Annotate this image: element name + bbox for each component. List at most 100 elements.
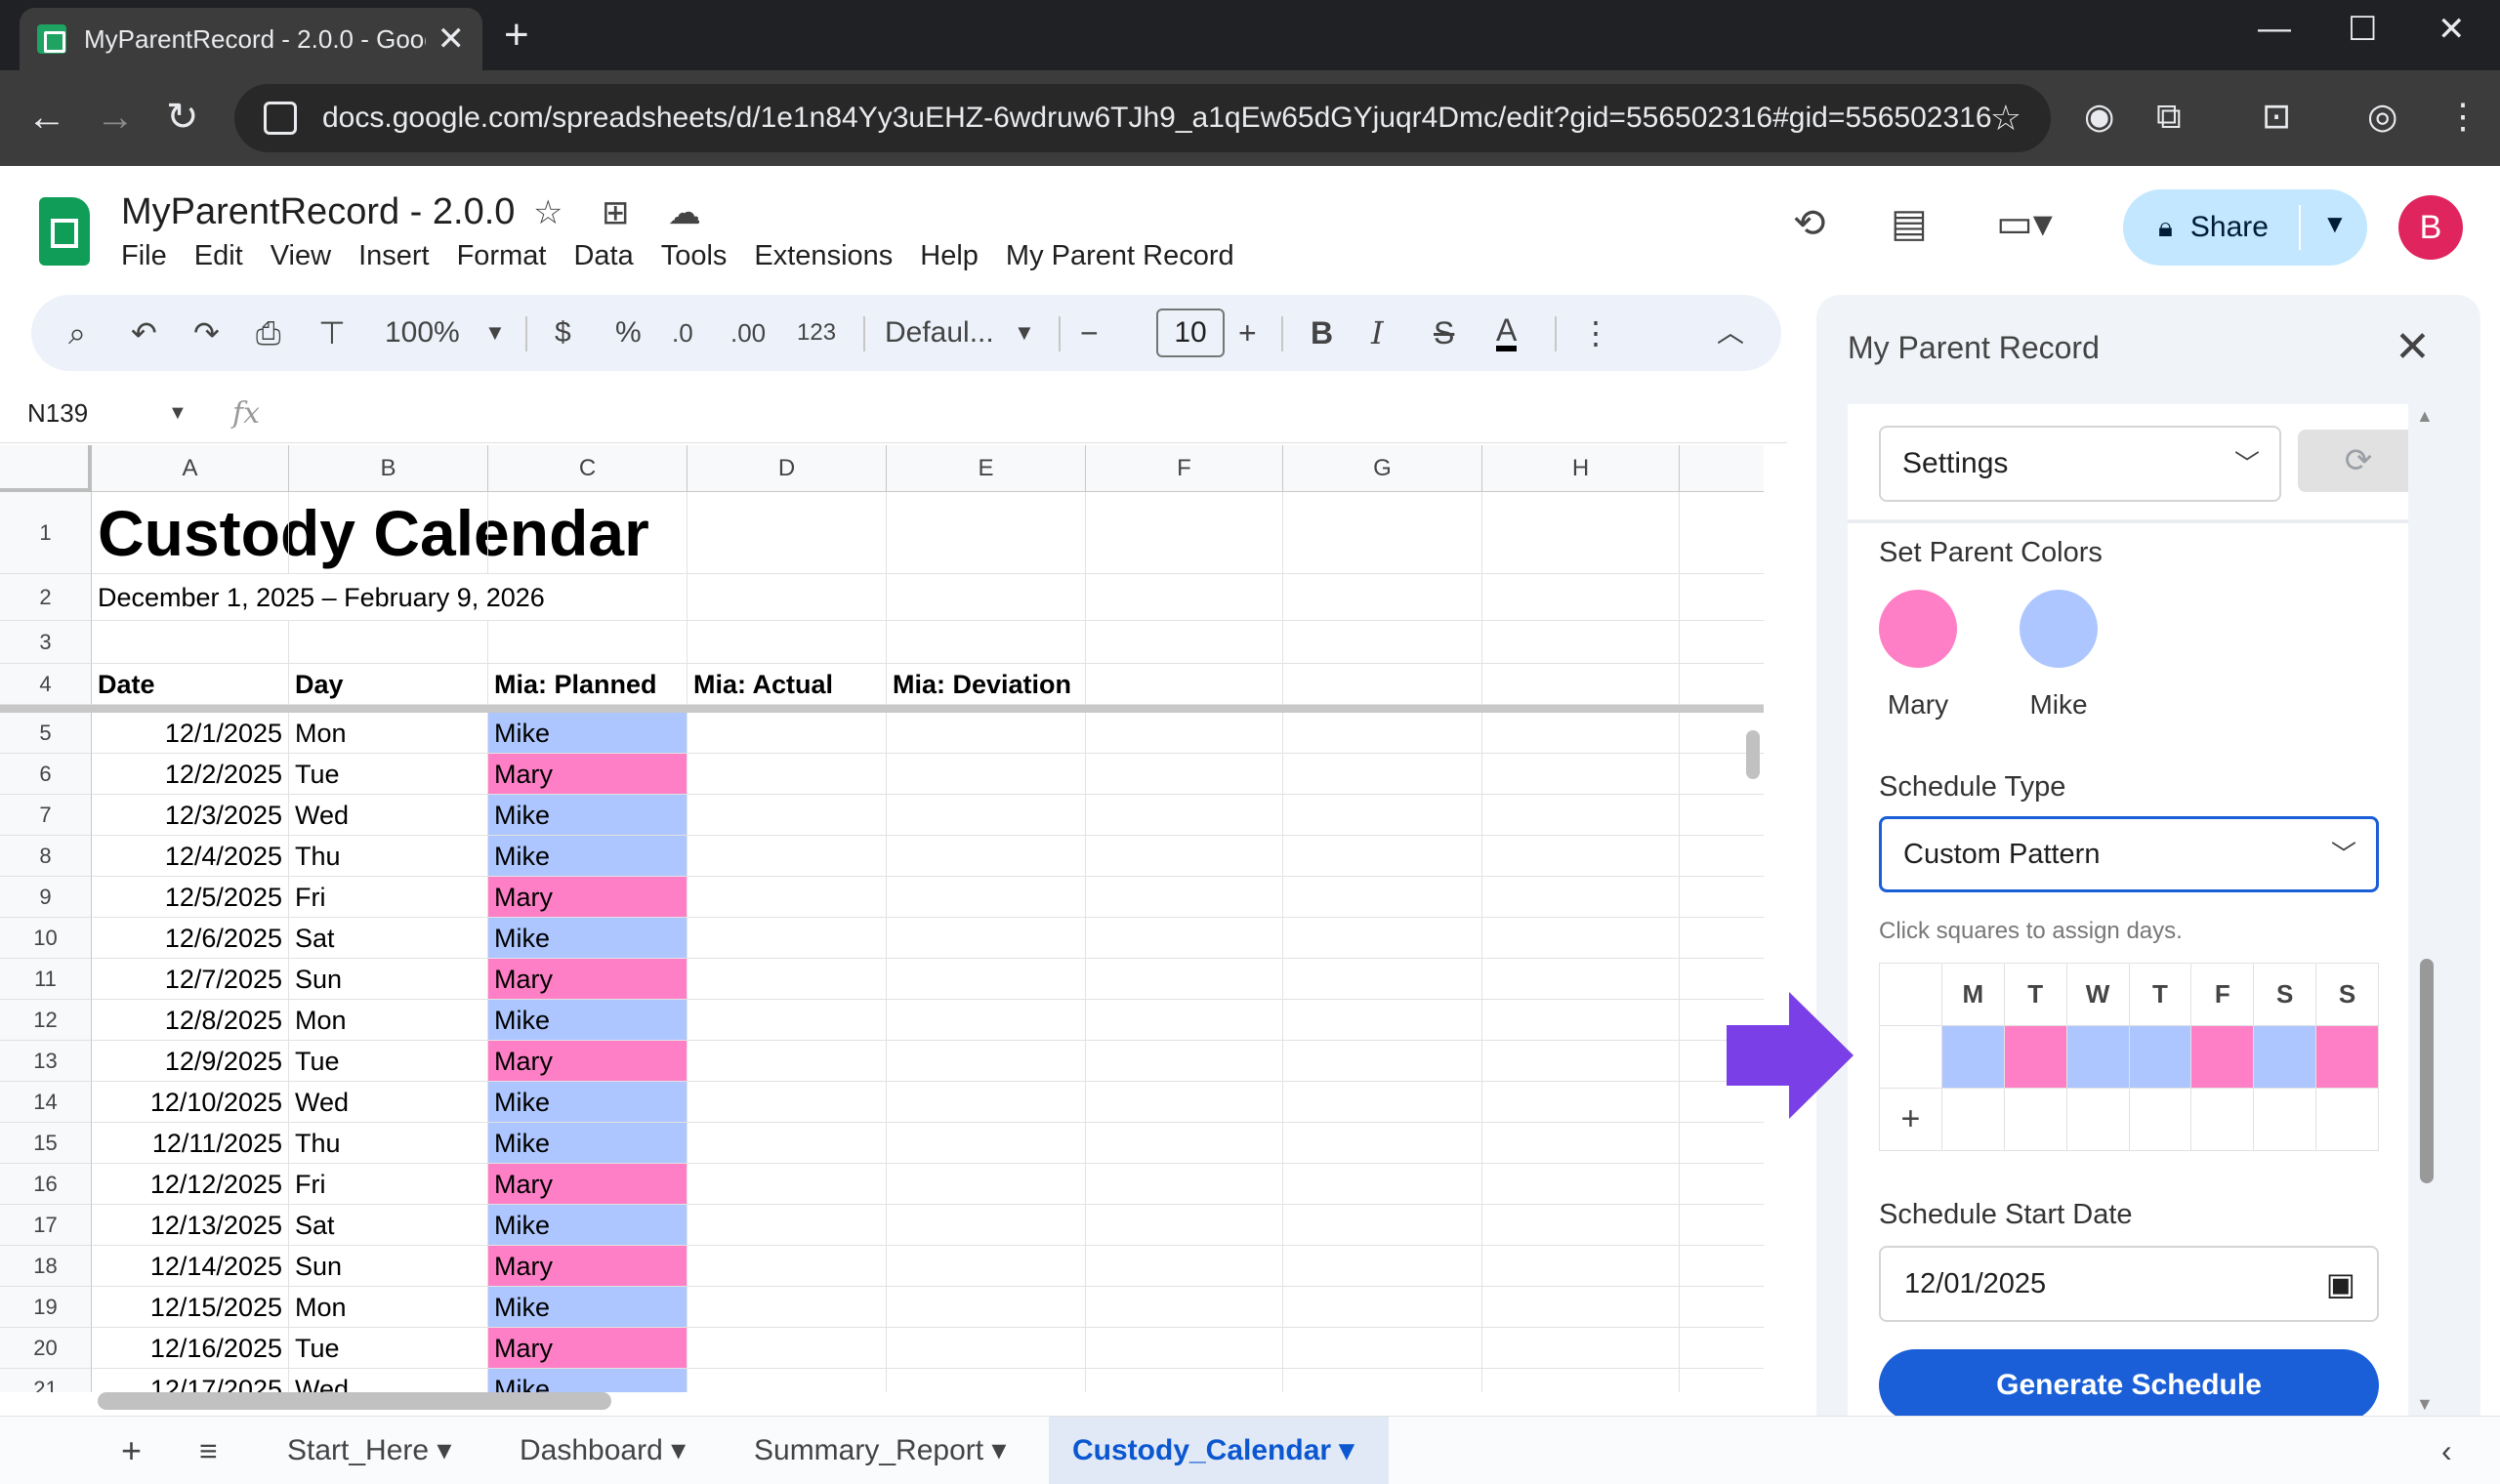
grid-cell[interactable] — [92, 492, 289, 574]
grid-cell[interactable] — [688, 713, 887, 754]
planned-cell[interactable]: Mary — [488, 754, 688, 795]
close-icon[interactable]: ✕ — [2395, 322, 2431, 372]
grid-cell[interactable] — [1482, 1287, 1680, 1328]
grid-cell[interactable] — [1680, 492, 1764, 574]
grid-cell[interactable] — [1086, 492, 1283, 574]
refresh-button[interactable]: ⟳ — [2298, 430, 2408, 492]
grid-cell[interactable] — [1482, 664, 1680, 705]
grid-cell[interactable] — [1283, 836, 1482, 877]
date-cell[interactable]: 12/1/2025 — [92, 713, 289, 754]
grid-cell[interactable] — [688, 1205, 887, 1246]
history-icon[interactable]: ⟲ — [1793, 201, 1826, 246]
sheets-logo-icon[interactable] — [39, 197, 90, 266]
column-header-c[interactable]: C — [488, 445, 688, 492]
date-cell[interactable]: 12/3/2025 — [92, 795, 289, 836]
grid-cell[interactable] — [1283, 1205, 1482, 1246]
browser-tab[interactable]: MyParentRecord - 2.0.0 - Googl ✕ — [20, 8, 482, 70]
planned-cell[interactable]: Mary — [488, 1041, 688, 1082]
menu-format[interactable]: Format — [457, 240, 547, 272]
schedule-type-select[interactable]: Custom Pattern ﹀ — [1879, 816, 2379, 892]
column-title-cell[interactable]: Day — [289, 664, 488, 705]
grid-cell[interactable] — [887, 713, 1086, 754]
grid-cell[interactable] — [688, 1000, 887, 1041]
grid-cell[interactable] — [92, 621, 289, 664]
planned-cell[interactable]: Mike — [488, 1369, 688, 1392]
day-cell[interactable]: Tue — [289, 754, 488, 795]
add-sheet-icon[interactable]: + — [98, 1417, 165, 1484]
column-header-i[interactable] — [1680, 445, 1764, 492]
column-header-d[interactable]: D — [688, 445, 887, 492]
frozen-rows-divider[interactable] — [0, 705, 1764, 713]
collapse-side-panel-icon[interactable]: ‹ — [2418, 1417, 2476, 1484]
grid-cell[interactable] — [1482, 1246, 1680, 1287]
parent-color-swatch-mike[interactable] — [2020, 590, 2098, 668]
row-header[interactable]: 20 — [0, 1328, 92, 1369]
grid-cell[interactable] — [1482, 492, 1680, 574]
grid-cell[interactable] — [887, 574, 1086, 621]
grid-cell[interactable] — [1086, 1164, 1283, 1205]
scroll-down-icon[interactable]: ▼ — [2416, 1394, 2434, 1415]
grid-cell[interactable] — [688, 1287, 887, 1328]
panel-scroll-thumb[interactable] — [2420, 959, 2434, 1183]
share-dropdown-icon[interactable]: ▼ — [2322, 209, 2348, 239]
row-header[interactable]: 12 — [0, 1000, 92, 1041]
grid-cell[interactable] — [887, 1369, 1086, 1392]
planned-cell[interactable]: Mike — [488, 1205, 688, 1246]
zoom-select[interactable]: 100% — [385, 314, 460, 351]
row-header[interactable]: 19 — [0, 1287, 92, 1328]
grid-cell[interactable] — [1086, 1041, 1283, 1082]
day-cell[interactable]: Fri — [289, 877, 488, 918]
grid-cell[interactable] — [887, 795, 1086, 836]
grid-cell[interactable] — [289, 621, 488, 664]
grid-cell[interactable] — [887, 1287, 1086, 1328]
row-header[interactable]: 7 — [0, 795, 92, 836]
grid-cell[interactable] — [1482, 574, 1680, 621]
grid-cell[interactable] — [1283, 713, 1482, 754]
new-tab-icon[interactable]: + — [504, 14, 529, 57]
grid-cell[interactable] — [1482, 1328, 1680, 1369]
grid-cell[interactable] — [688, 492, 887, 574]
grid-cell[interactable] — [1086, 1287, 1283, 1328]
menu-help[interactable]: Help — [920, 240, 979, 272]
grid-cell[interactable] — [1086, 664, 1283, 705]
grid-cell[interactable] — [1283, 918, 1482, 959]
menu-edit[interactable]: Edit — [194, 240, 243, 272]
day-cell[interactable]: Wed — [289, 1082, 488, 1123]
grid-cell[interactable] — [887, 918, 1086, 959]
grid-cell[interactable] — [1283, 492, 1482, 574]
generate-schedule-button[interactable]: Generate Schedule — [1879, 1349, 2379, 1416]
grid-cell[interactable] — [1680, 621, 1764, 664]
grid-cell[interactable] — [887, 836, 1086, 877]
spreadsheet-grid[interactable]: ABCDEFGH 1 2 3 4 5 6 7 8 9 10 11 12 13 14 15 16 17 18 19 20… — [0, 445, 1764, 1392]
grid-cell[interactable] — [688, 1246, 887, 1287]
vertical-scroll-thumb[interactable] — [1746, 730, 1760, 779]
grid-cell[interactable] — [1482, 754, 1680, 795]
omnibox[interactable]: docs.google.com/spreadsheets/d/1e1n84Yy3… — [234, 84, 2051, 152]
sheet-tab-dashboard[interactable]: Dashboard ▾ — [496, 1417, 709, 1484]
profile-icon[interactable]: ◎ — [2367, 96, 2397, 137]
column-header-e[interactable]: E — [887, 445, 1086, 492]
day-cell[interactable]: Fri — [289, 1164, 488, 1205]
planned-cell[interactable]: Mike — [488, 836, 688, 877]
pattern-day-square[interactable] — [2065, 1025, 2130, 1089]
date-cell[interactable]: 12/5/2025 — [92, 877, 289, 918]
grid-cell[interactable] — [289, 492, 488, 574]
day-cell[interactable]: Sun — [289, 959, 488, 1000]
grid-cell[interactable] — [1482, 713, 1680, 754]
date-cell[interactable]: 12/14/2025 — [92, 1246, 289, 1287]
day-cell[interactable]: Wed — [289, 795, 488, 836]
date-cell[interactable]: 12/2/2025 — [92, 754, 289, 795]
grid-cell[interactable] — [887, 621, 1086, 664]
grid-cell[interactable] — [688, 574, 887, 621]
grid-cell[interactable] — [688, 1123, 887, 1164]
date-cell[interactable]: 12/7/2025 — [92, 959, 289, 1000]
forward-icon[interactable]: → — [96, 94, 135, 141]
grid-cell[interactable] — [1283, 795, 1482, 836]
grid-cell[interactable] — [1086, 621, 1283, 664]
grid-cell[interactable] — [1482, 1123, 1680, 1164]
grid-cell[interactable] — [688, 1082, 887, 1123]
grid-cell[interactable] — [1283, 1000, 1482, 1041]
pattern-day-square[interactable] — [2253, 1025, 2317, 1089]
grid-cell[interactable] — [887, 1041, 1086, 1082]
grid-cell[interactable] — [1283, 574, 1482, 621]
